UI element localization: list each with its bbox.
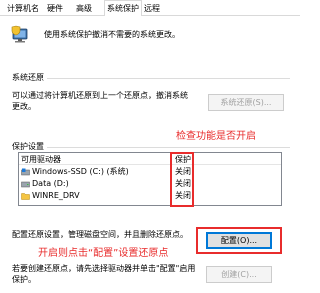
intro-text: 使用系统保护撤消不需要的系统更改。 <box>44 30 180 39</box>
system-drive-icon <box>21 168 30 175</box>
drive-name: WINRE_DRV <box>32 191 80 200</box>
drive-name-cell: Windows-SSD (C:) (系统) <box>21 166 129 177</box>
drive-row[interactable]: Data (D:) 关闭 <box>19 178 281 189</box>
system-restore-description: 可以通过将计算机还原到上一个还原点，撤消系统更改。 <box>12 91 188 111</box>
drive-name-cell: WINRE_DRV <box>21 190 80 201</box>
drive-icon <box>21 181 30 187</box>
configure-button[interactable]: 配置(O)... <box>206 232 272 249</box>
protection-settings-title: 保护设置 <box>12 141 47 152</box>
system-restore-title: 系统还原 <box>12 72 47 83</box>
drive-name-cell: Data (D:) <box>21 178 69 189</box>
tab-system-protection[interactable]: 系统保护 <box>104 0 142 17</box>
drive-list[interactable]: 可用驱动器 保护 Windows-SSD (C:) (系统) 关闭 Data (… <box>18 152 282 206</box>
shield-computer-icon <box>11 25 28 43</box>
config-annotation: 开启则点击“配置”设置还原点 <box>38 248 169 259</box>
drive-row[interactable]: Windows-SSD (C:) (系统) 关闭 <box>19 166 281 177</box>
system-restore-button[interactable]: 系统还原(S)... <box>208 94 284 111</box>
create-description: 若要创建还原点，请先选择驱动器并单击"配置"启用保护。 <box>12 264 196 284</box>
drive-name: Windows-SSD (C:) (系统) <box>32 167 129 176</box>
drive-row[interactable]: WINRE_DRV 关闭 <box>19 190 281 201</box>
create-button[interactable]: 创建(C)... <box>206 266 272 283</box>
folder-drive-icon <box>21 192 30 200</box>
drive-list-header: 可用驱动器 保护 <box>19 153 281 165</box>
protection-status-highlight <box>170 152 194 207</box>
check-feature-annotation: 检查功能是否开启 <box>176 131 256 142</box>
protection-settings-divider <box>12 147 290 148</box>
system-restore-divider <box>12 78 290 79</box>
tab-bar: 计算机名 硬件 高级 系统保护 远程 <box>0 0 300 17</box>
drive-name: Data (D:) <box>32 179 69 188</box>
tab-hardware[interactable]: 硬件 <box>45 2 65 15</box>
column-header-drive[interactable]: 可用驱动器 <box>21 154 61 165</box>
tab-remote[interactable]: 远程 <box>142 2 162 15</box>
config-description: 配置还原设置，管理磁盘空间，并且删除还原点。 <box>12 230 188 239</box>
tab-advanced[interactable]: 高级 <box>74 2 94 15</box>
tab-computer-name[interactable]: 计算机名 <box>5 2 41 15</box>
